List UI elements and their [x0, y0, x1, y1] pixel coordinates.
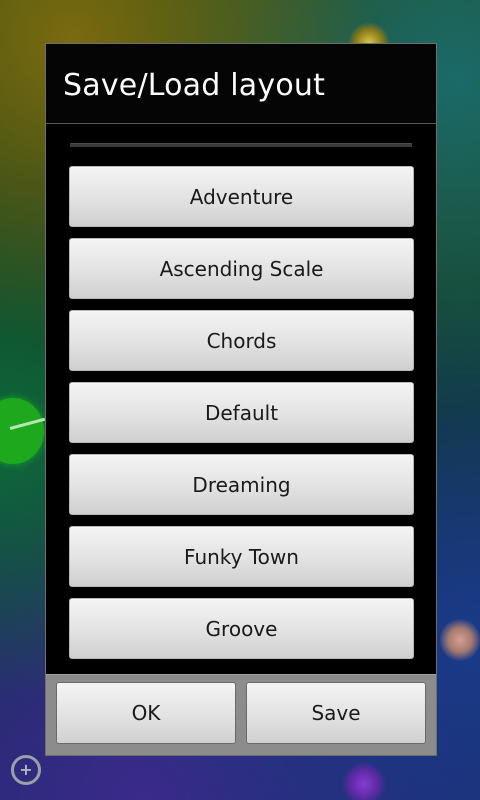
layout-button-chords[interactable]: Chords	[69, 310, 414, 371]
save-load-dialog: Save/Load layout Adventure Ascending Sca…	[45, 43, 437, 756]
dialog-footer: OK Save	[46, 674, 436, 755]
layout-button-dreaming[interactable]: Dreaming	[69, 454, 414, 515]
list-divider	[70, 143, 412, 147]
layout-button-default[interactable]: Default	[69, 382, 414, 443]
layout-button-ascending-scale[interactable]: Ascending Scale	[69, 238, 414, 299]
dialog-header: Save/Load layout	[46, 44, 436, 124]
layout-button-adventure[interactable]: Adventure	[69, 166, 414, 227]
layout-button-funky-town[interactable]: Funky Town	[69, 526, 414, 587]
layout-button-groove[interactable]: Groove	[69, 598, 414, 659]
dialog-title: Save/Load layout	[63, 68, 326, 103]
layout-list: Adventure Ascending Scale Chords Default…	[69, 166, 414, 670]
ok-button[interactable]: OK	[56, 682, 236, 744]
background-orb-green	[0, 398, 44, 464]
save-button[interactable]: Save	[246, 682, 426, 744]
add-circle-icon[interactable]: +	[11, 755, 41, 785]
background-orb-pink	[440, 618, 480, 662]
background-orb-purple	[342, 762, 386, 800]
